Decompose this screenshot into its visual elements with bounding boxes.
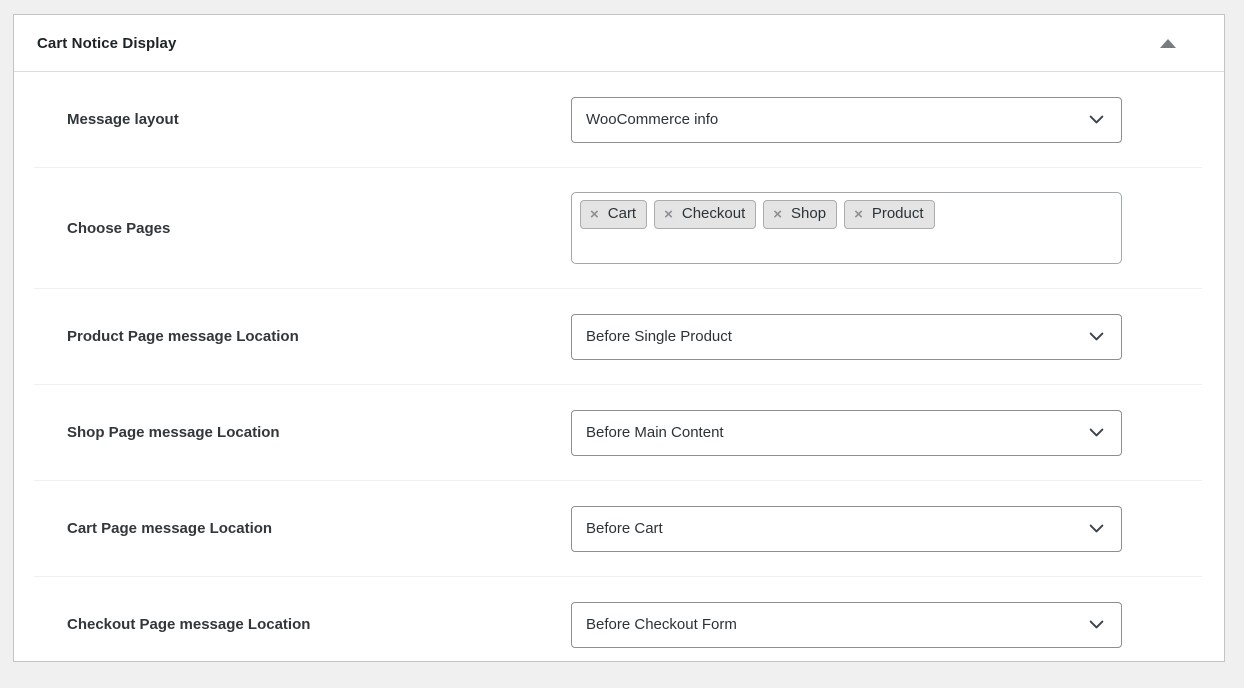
- checkout-page-location-select[interactable]: Before Checkout Form: [571, 602, 1122, 648]
- collapse-panel-button[interactable]: [1150, 25, 1186, 61]
- remove-tag-icon[interactable]: ×: [664, 207, 673, 222]
- tag-product: × Product: [844, 200, 934, 229]
- panel-title: Cart Notice Display: [37, 35, 176, 52]
- select-value: WooCommerce info: [586, 111, 718, 128]
- tag-label: Product: [872, 205, 924, 223]
- row-divider: [34, 672, 1202, 673]
- chevron-down-icon: [1088, 111, 1105, 128]
- row-cart-page-location: Cart Page message Location Before Cart: [14, 481, 1224, 576]
- tag-checkout: × Checkout: [654, 200, 756, 229]
- chevron-down-icon: [1088, 616, 1105, 633]
- row-checkout-page-location: Checkout Page message Location Before Ch…: [14, 577, 1224, 672]
- shop-page-location-label: Shop Page message Location: [67, 424, 571, 441]
- checkout-page-location-label: Checkout Page message Location: [67, 616, 571, 633]
- tag-label: Checkout: [682, 205, 745, 223]
- shop-page-location-select[interactable]: Before Main Content: [571, 410, 1122, 456]
- tag-cart: × Cart: [580, 200, 647, 229]
- tag-label: Shop: [791, 205, 826, 223]
- select-value: Before Main Content: [586, 424, 724, 441]
- row-shop-page-location: Shop Page message Location Before Main C…: [14, 385, 1224, 480]
- row-choose-pages: Choose Pages × Cart × Checkout × Shop × …: [14, 168, 1224, 288]
- chevron-down-icon: [1088, 328, 1105, 345]
- triangle-up-icon: [1160, 39, 1176, 48]
- select-value: Before Single Product: [586, 328, 732, 345]
- product-page-location-label: Product Page message Location: [67, 328, 571, 345]
- message-layout-label: Message layout: [67, 111, 571, 128]
- panel-header: Cart Notice Display: [14, 15, 1224, 72]
- cart-page-location-select[interactable]: Before Cart: [571, 506, 1122, 552]
- choose-pages-multiselect[interactable]: × Cart × Checkout × Shop × Product: [571, 192, 1122, 264]
- choose-pages-label: Choose Pages: [67, 220, 571, 237]
- select-value: Before Cart: [586, 520, 663, 537]
- remove-tag-icon[interactable]: ×: [773, 207, 782, 222]
- row-product-page-location: Product Page message Location Before Sin…: [14, 289, 1224, 384]
- tag-shop: × Shop: [763, 200, 837, 229]
- cart-page-location-label: Cart Page message Location: [67, 520, 571, 537]
- remove-tag-icon[interactable]: ×: [854, 207, 863, 222]
- panel-body: Message layout WooCommerce info Choose P…: [14, 72, 1224, 681]
- product-page-location-select[interactable]: Before Single Product: [571, 314, 1122, 360]
- remove-tag-icon[interactable]: ×: [590, 207, 599, 222]
- chevron-down-icon: [1088, 520, 1105, 537]
- message-layout-select[interactable]: WooCommerce info: [571, 97, 1122, 143]
- cart-notice-display-panel: Cart Notice Display Message layout WooCo…: [13, 14, 1225, 662]
- row-message-layout: Message layout WooCommerce info: [14, 72, 1224, 167]
- tag-label: Cart: [608, 205, 636, 223]
- select-value: Before Checkout Form: [586, 616, 737, 633]
- chevron-down-icon: [1088, 424, 1105, 441]
